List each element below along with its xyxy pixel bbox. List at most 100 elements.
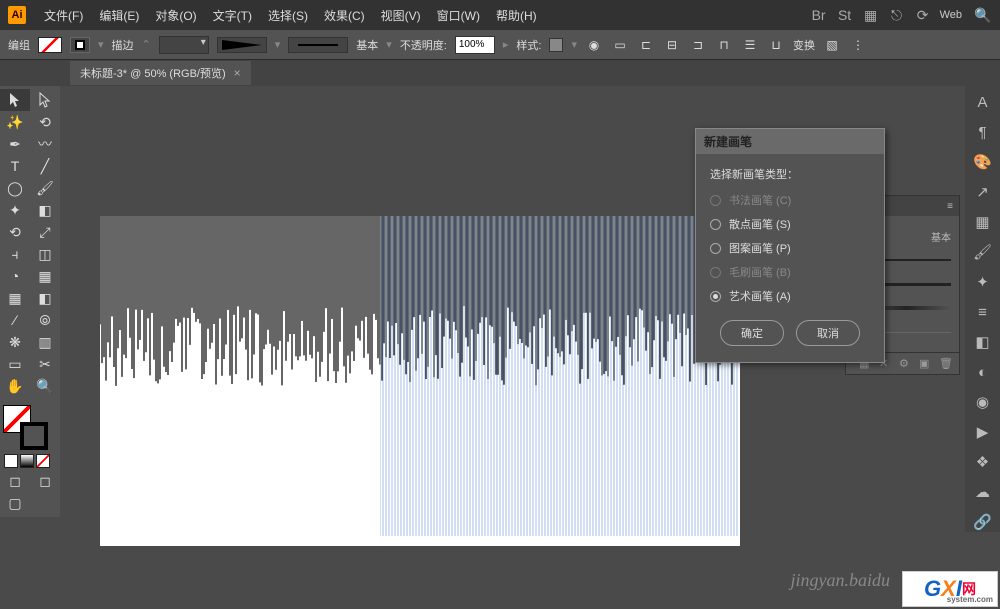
color-panel-icon[interactable]: 🎨 <box>973 152 993 172</box>
menu-edit[interactable]: 编辑(E) <box>91 7 147 24</box>
stroke-swatch[interactable] <box>70 37 90 53</box>
radio-icon[interactable] <box>710 243 721 254</box>
type-tool[interactable]: T <box>0 155 30 177</box>
symbol-sprayer-tool[interactable]: ❋ <box>0 331 30 353</box>
radio-pattern-brush[interactable]: 图案画笔 (P) <box>710 240 870 256</box>
bridge-icon[interactable]: Br <box>810 6 828 24</box>
stroke-indicator[interactable] <box>20 422 48 450</box>
play-panel-icon[interactable]: ▶ <box>973 422 993 442</box>
gradient-chip[interactable] <box>20 454 34 468</box>
gradient-tool[interactable]: ◧ <box>30 287 60 309</box>
rotate-tool[interactable]: ⟲ <box>0 221 30 243</box>
ok-button[interactable]: 确定 <box>720 320 784 346</box>
swatches-panel-icon[interactable]: ▦ <box>973 212 993 232</box>
artboard[interactable] <box>100 216 740 546</box>
zoom-tool[interactable]: 🔍 <box>30 375 60 397</box>
new-brush-icon[interactable]: ▣ <box>919 357 933 371</box>
properties-panel-icon[interactable]: A <box>973 92 993 112</box>
column-graph-tool[interactable]: ▥ <box>30 331 60 353</box>
radio-icon[interactable] <box>710 219 721 230</box>
align-right-icon[interactable]: ⊐ <box>689 36 707 54</box>
stock-icon[interactable]: St <box>836 6 854 24</box>
width-tool[interactable]: ⫞ <box>0 243 30 265</box>
direct-selection-tool[interactable] <box>30 89 60 111</box>
more-icon[interactable]: ⋮ <box>849 36 867 54</box>
artboard-tool[interactable]: ▭ <box>0 353 30 375</box>
cancel-button[interactable]: 取消 <box>796 320 860 346</box>
recolor-icon[interactable]: ◉ <box>585 36 603 54</box>
hand-tool[interactable]: ✋ <box>0 375 30 397</box>
radio-art-brush[interactable]: 艺术画笔 (A) <box>710 288 870 304</box>
draw-mode-behind[interactable]: ◻ <box>30 470 60 492</box>
draw-mode-normal[interactable]: ◻ <box>0 470 30 492</box>
stroke-panel-icon[interactable]: ≡ <box>973 302 993 322</box>
transparency-panel-icon[interactable]: ◐ <box>973 362 993 382</box>
gpu-icon[interactable]: ⎋ <box>888 6 906 24</box>
search-icon[interactable]: 🔍 <box>974 6 992 24</box>
blend-tool[interactable]: ⦾ <box>30 309 60 331</box>
fill-stroke-indicator[interactable] <box>0 402 60 452</box>
expand-panel-icon[interactable]: ↗ <box>973 182 993 202</box>
ellipse-tool[interactable]: ◯ <box>0 177 30 199</box>
menu-file[interactable]: 文件(F) <box>36 7 91 24</box>
stroke-weight-dropdown[interactable] <box>159 36 209 54</box>
isolate-icon[interactable]: ▧ <box>823 36 841 54</box>
menu-view[interactable]: 视图(V) <box>373 7 429 24</box>
workspace-switcher[interactable]: Web <box>940 9 962 21</box>
gradient-panel-icon[interactable]: ◧ <box>973 332 993 352</box>
brush-definition[interactable] <box>288 37 348 53</box>
radio-icon[interactable] <box>710 291 721 302</box>
links-panel-icon[interactable]: 🔗 <box>973 512 993 532</box>
curvature-tool[interactable]: 〰 <box>30 133 60 155</box>
brush-options-icon[interactable]: ⚙ <box>899 357 913 371</box>
align-icon[interactable]: ▭ <box>611 36 629 54</box>
pen-tool[interactable]: ✒ <box>0 133 30 155</box>
document-tab[interactable]: 未标题-3* @ 50% (RGB/预览) × <box>70 61 251 85</box>
menu-window[interactable]: 窗口(W) <box>429 7 488 24</box>
align-left-icon[interactable]: ⊏ <box>637 36 655 54</box>
arrange-icon[interactable]: ▦ <box>862 6 880 24</box>
fill-swatch[interactable] <box>38 37 62 53</box>
character-panel-icon[interactable]: ¶ <box>973 122 993 142</box>
scale-tool[interactable]: ⤢ <box>30 221 60 243</box>
brushes-panel-icon[interactable]: 🖌 <box>973 242 993 262</box>
close-tab-icon[interactable]: × <box>234 66 241 80</box>
paintbrush-tool[interactable]: 🖌 <box>30 177 60 199</box>
lasso-tool[interactable]: ⟲ <box>30 111 60 133</box>
align-bottom-icon[interactable]: ⊔ <box>767 36 785 54</box>
menu-type[interactable]: 文字(T) <box>205 7 260 24</box>
variable-width-profile[interactable] <box>217 37 267 53</box>
slice-tool[interactable]: ✂ <box>30 353 60 375</box>
magic-wand-tool[interactable]: ✨ <box>0 111 30 133</box>
opacity-input[interactable] <box>455 36 495 54</box>
radio-scatter-brush[interactable]: 散点画笔 (S) <box>710 216 870 232</box>
libraries-panel-icon[interactable]: ☁ <box>973 482 993 502</box>
layers-panel-icon[interactable]: ❖ <box>973 452 993 472</box>
line-tool[interactable]: ╱ <box>30 155 60 177</box>
perspective-tool[interactable]: ▦ <box>30 265 60 287</box>
eraser-tool[interactable]: ◧ <box>30 199 60 221</box>
transform-label[interactable]: 变换 <box>793 37 815 53</box>
none-chip[interactable] <box>36 454 50 468</box>
screen-mode[interactable]: ▢ <box>0 492 30 514</box>
appearance-panel-icon[interactable]: ◉ <box>973 392 993 412</box>
align-top-icon[interactable]: ⊓ <box>715 36 733 54</box>
menu-effect[interactable]: 效果(C) <box>316 7 373 24</box>
mesh-tool[interactable]: ▦ <box>0 287 30 309</box>
style-swatch[interactable] <box>549 38 563 52</box>
color-chip[interactable] <box>4 454 18 468</box>
menu-help[interactable]: 帮助(H) <box>488 7 545 24</box>
menu-select[interactable]: 选择(S) <box>260 7 316 24</box>
sync-icon[interactable]: ⟳ <box>914 6 932 24</box>
align-middle-icon[interactable]: ☰ <box>741 36 759 54</box>
symbols-panel-icon[interactable]: ✦ <box>973 272 993 292</box>
eyedropper-tool[interactable]: ⁄ <box>0 309 30 331</box>
menu-object[interactable]: 对象(O) <box>147 7 204 24</box>
free-transform-tool[interactable]: ◫ <box>30 243 60 265</box>
shaper-tool[interactable]: ✦ <box>0 199 30 221</box>
selection-tool[interactable] <box>0 89 30 111</box>
shape-builder-tool[interactable]: ◔ <box>0 265 30 287</box>
delete-brush-icon[interactable]: 🗑 <box>939 357 953 371</box>
brushes-panel-menu-icon[interactable]: ≡ <box>947 201 953 212</box>
align-center-icon[interactable]: ⊟ <box>663 36 681 54</box>
